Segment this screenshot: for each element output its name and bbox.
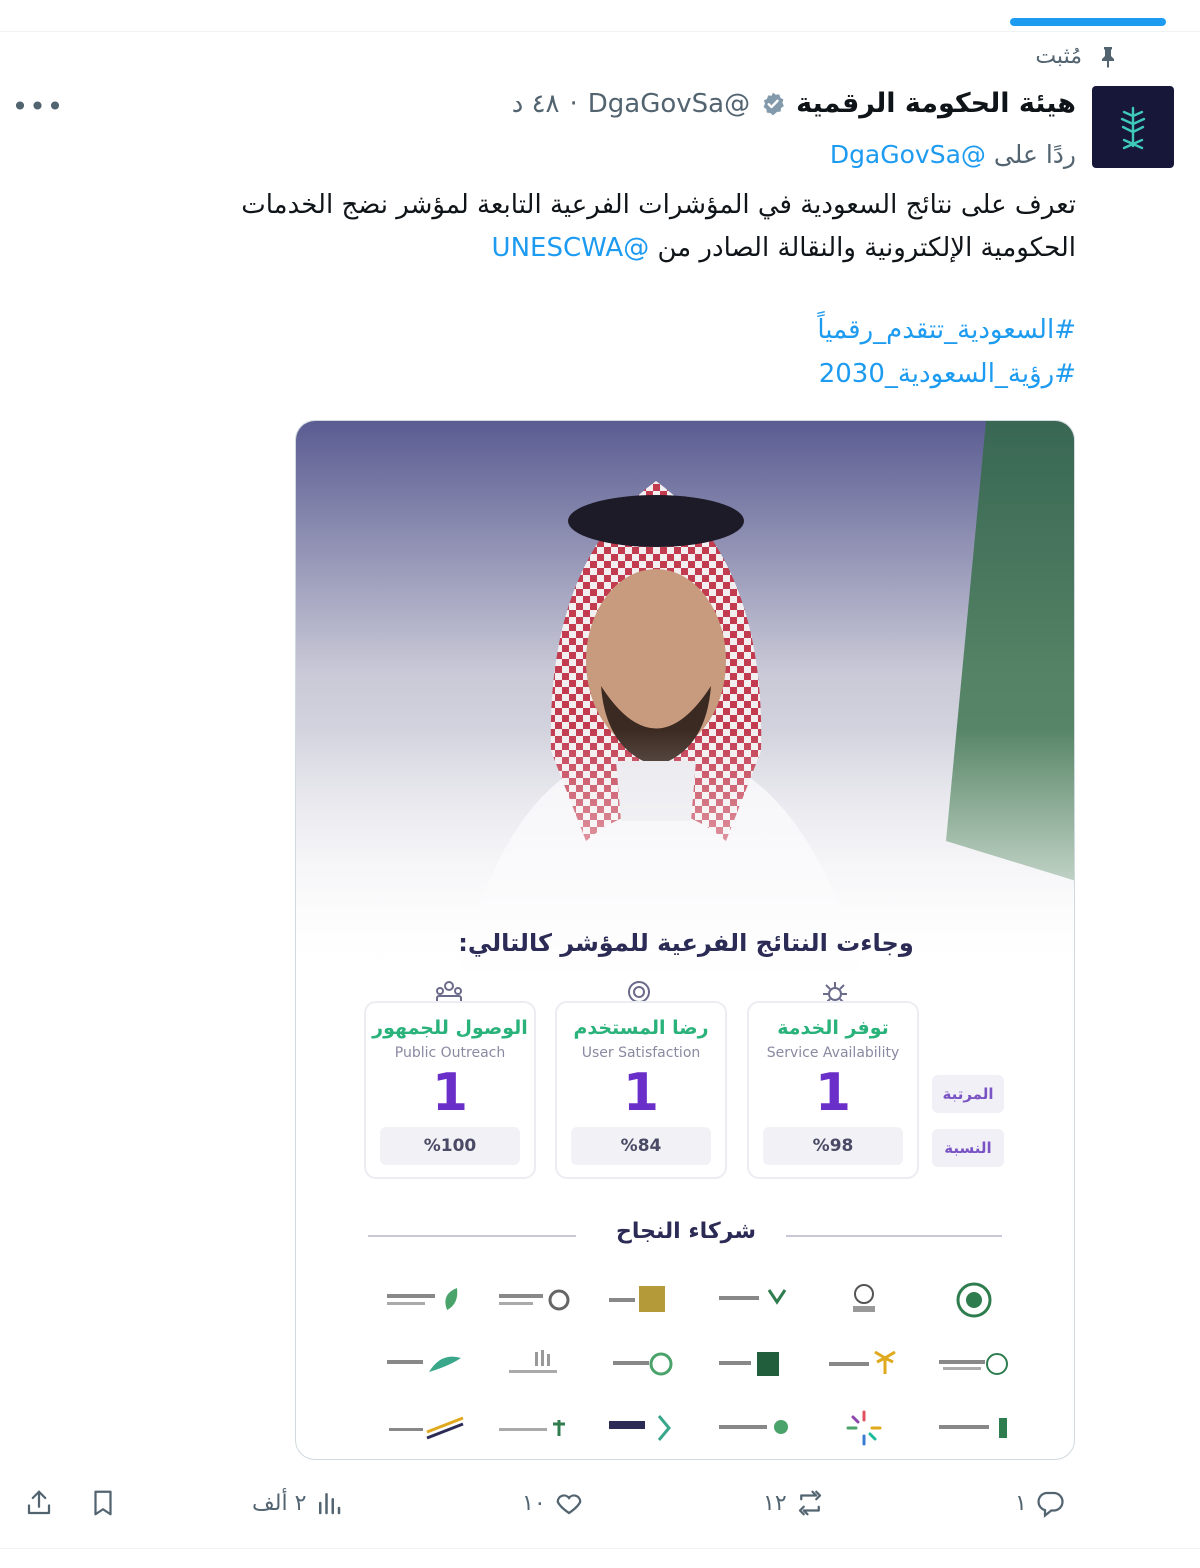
partner-logo-crest-icon xyxy=(814,1273,914,1327)
metric-card-service-availability: توفر الخدمة Service Availability 1 %98 xyxy=(747,1001,919,1179)
divider xyxy=(0,1548,1200,1549)
partner-logo-emblem-icon xyxy=(924,1273,1024,1327)
tweet-text: تعرف على نتائج السعودية في المؤشرات الفر… xyxy=(96,184,1076,270)
analytics-icon xyxy=(319,1493,341,1515)
separator-dot: · xyxy=(569,88,578,119)
metric-title-en: Service Availability xyxy=(766,1045,900,1061)
dga-logo-icon xyxy=(1120,106,1146,150)
metric-title-en: Public Outreach xyxy=(394,1045,506,1061)
metric-percent: %84 xyxy=(571,1127,711,1165)
percent-row-label: النسبة xyxy=(932,1129,1004,1167)
more-options-icon[interactable]: ••• xyxy=(12,88,64,124)
partner-logo-tree-icon xyxy=(484,1401,584,1455)
share-icon xyxy=(27,1490,51,1515)
reply-mention-link[interactable]: @DgaGovSa xyxy=(830,140,986,169)
divider xyxy=(0,31,1200,32)
partner-logo-book-icon xyxy=(704,1337,804,1391)
portrait-photo xyxy=(296,421,1074,981)
heart-icon xyxy=(556,1494,582,1515)
like-count: ١٠ xyxy=(522,1490,546,1516)
partners-title: شركاء النجاح xyxy=(615,1219,757,1244)
metric-rank: 1 xyxy=(431,1063,469,1123)
display-name[interactable]: هيئة الحكومة الرقمية xyxy=(796,88,1076,119)
repost-count: ١٢ xyxy=(763,1490,787,1516)
tweet-line-1: تعرف على نتائج السعودية في المؤشرات الفر… xyxy=(241,190,1076,220)
partner-logo-palace-icon xyxy=(594,1273,694,1327)
card-title: وجاءت النتائج الفرعية للمؤشر كالتالي: xyxy=(458,929,914,957)
like-button[interactable]: ١٠ xyxy=(522,1488,584,1518)
tweet-media-image[interactable]: وجاءت النتائج الفرعية للمؤشر كالتالي: تو… xyxy=(295,420,1075,1460)
bookmark-button[interactable] xyxy=(88,1488,118,1518)
tweet-actions-bar: ١ ١٢ ١٠ ٢ ألف xyxy=(0,1488,1200,1528)
partner-logo-leaf-icon xyxy=(374,1273,474,1327)
verified-badge-icon[interactable] xyxy=(760,91,786,117)
partner-logo-seal-icon xyxy=(924,1337,1024,1391)
partner-logo-ministry-icon xyxy=(704,1273,804,1327)
pinned-label: مُثبت xyxy=(1035,44,1120,69)
reply-icon xyxy=(1037,1491,1064,1518)
partner-logo-text-icon xyxy=(704,1401,804,1455)
partner-logo-ncgr-icon xyxy=(594,1401,694,1455)
tweet-header: هيئة الحكومة الرقمية @DgaGovSa · ٤٨ د xyxy=(512,88,1076,119)
hashtag-link[interactable]: #السعودية_تتقدم_رقمياً xyxy=(817,308,1076,352)
bookmark-icon xyxy=(94,1490,112,1516)
hashtags: #السعودية_تتقدم_رقمياً #رؤية_السعودية_20… xyxy=(817,308,1076,396)
partner-logo-circle-icon xyxy=(594,1337,694,1391)
metric-title-ar: الوصول للجمهور xyxy=(372,1017,528,1039)
pin-icon xyxy=(1102,46,1114,68)
metric-percent: %98 xyxy=(763,1127,903,1165)
partner-logo-stripes-icon xyxy=(484,1337,584,1391)
metric-card-user-satisfaction: رضا المستخدم User Satisfaction 1 %84 xyxy=(555,1001,727,1179)
avatar[interactable] xyxy=(1092,86,1174,168)
hashtag-link[interactable]: #رؤية_السعودية_2030 xyxy=(817,352,1076,396)
metric-rank: 1 xyxy=(814,1063,852,1123)
timestamp[interactable]: ٤٨ د xyxy=(512,89,560,119)
metric-percent: %100 xyxy=(380,1127,520,1165)
partner-logo-arabic-text-icon xyxy=(484,1273,584,1327)
tweet-line-2: الحكومية الإلكترونية والنقالة الصادر من xyxy=(657,233,1076,263)
unescwa-mention-link[interactable]: @UNESCWA xyxy=(492,233,650,263)
views-button[interactable]: ٢ ألف xyxy=(252,1488,344,1518)
tab-active-indicator xyxy=(1010,18,1166,26)
metric-title-ar: توفر الخدمة xyxy=(777,1017,889,1039)
reply-context: ردًا على @DgaGovSa xyxy=(830,140,1076,169)
share-button[interactable] xyxy=(24,1488,54,1518)
metric-card-public-outreach: الوصول للجمهور Public Outreach 1 %100 xyxy=(364,1001,536,1179)
metric-rank: 1 xyxy=(622,1063,660,1123)
reply-prefix: ردًا على xyxy=(993,140,1076,169)
view-count: ٢ ألف xyxy=(252,1490,307,1516)
pinned-text: مُثبت xyxy=(1035,44,1082,69)
metric-title-ar: رضا المستخدم xyxy=(573,1017,709,1039)
partner-logo-sports-icon xyxy=(374,1401,474,1455)
reply-button[interactable]: ١ xyxy=(1015,1488,1065,1518)
repost-button[interactable]: ١٢ xyxy=(763,1488,825,1518)
partner-logo-tourism-icon xyxy=(374,1337,474,1391)
partner-logo-authority-icon xyxy=(924,1401,1024,1455)
rank-row-label: المرتبة xyxy=(932,1075,1004,1113)
reply-count: ١ xyxy=(1015,1490,1027,1516)
partner-logo-burst-icon xyxy=(814,1401,914,1455)
metric-title-en: User Satisfaction xyxy=(581,1045,701,1061)
author-handle[interactable]: @DgaGovSa xyxy=(588,89,750,119)
partner-logo-palm-icon xyxy=(814,1337,914,1391)
repost-icon xyxy=(798,1490,821,1516)
